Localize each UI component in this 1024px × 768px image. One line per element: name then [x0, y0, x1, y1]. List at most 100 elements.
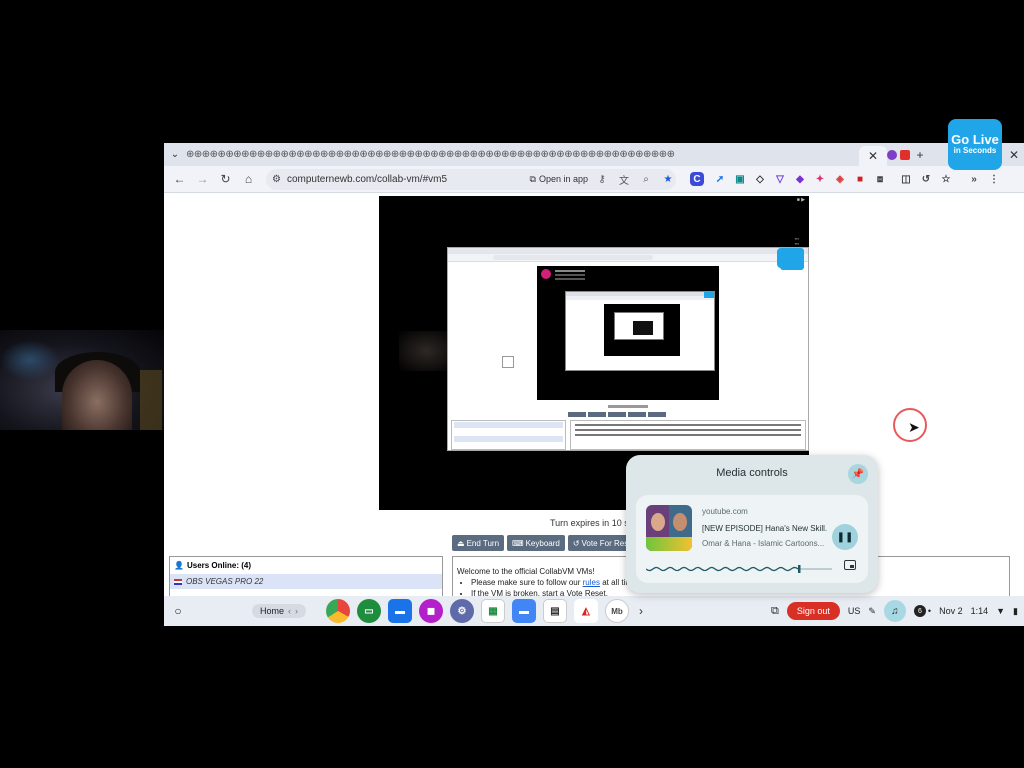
- back-icon[interactable]: ←: [168, 168, 191, 190]
- open-in-app-icon: ⧉: [529, 173, 536, 184]
- stylus-icon[interactable]: ✎: [868, 606, 876, 617]
- open-in-app-button[interactable]: ⧉ Open in app: [530, 174, 588, 185]
- key-icon[interactable]: ⚷: [594, 174, 610, 185]
- record-tab-icon[interactable]: [900, 149, 910, 160]
- adobe-app-icon[interactable]: ◭: [574, 599, 599, 623]
- extension-red-badge-icon[interactable]: ■: [850, 169, 870, 189]
- media-source: youtube.com: [702, 507, 748, 516]
- sign-out-button[interactable]: Sign out: [786, 602, 840, 620]
- progress-thumb[interactable]: [798, 565, 801, 573]
- new-tab-button[interactable]: +: [910, 148, 930, 162]
- pin-icon[interactable]: 📌: [848, 464, 868, 484]
- rules-link[interactable]: rules: [583, 578, 600, 587]
- wifi-icon[interactable]: ▼: [996, 606, 1005, 616]
- active-tab[interactable]: ✕: [859, 146, 887, 166]
- extension-shield-icon[interactable]: ◇: [750, 169, 770, 189]
- user-row[interactable]: OBS VEGAS PRO 22: [170, 574, 442, 589]
- folder-app-icon[interactable]: ▬: [512, 599, 537, 623]
- tab-search-chevron-icon[interactable]: ⌄: [164, 149, 186, 160]
- media-controls-icon[interactable]: ♫: [883, 600, 906, 622]
- end-turn-button[interactable]: ⏏ End Turn: [452, 535, 505, 551]
- menu-kebab-icon[interactable]: ⋮: [984, 169, 1004, 189]
- user-icon: 👤: [174, 561, 184, 570]
- tabs-overflow[interactable]: ⊕⊕⊕⊕⊕⊕⊕⊕⊕⊕⊕⊕⊕⊕⊕⊕⊕⊕⊕⊕⊕⊕⊕⊕⊕⊕⊕⊕⊕⊕⊕⊕⊕⊕⊕⊕⊕⊕⊕⊕…: [186, 149, 859, 160]
- webcam-overlay: [0, 330, 165, 430]
- progress-played: [646, 566, 799, 572]
- shelf-overflow-icon[interactable]: ›: [639, 604, 643, 618]
- us-flag-icon: [174, 578, 182, 585]
- media-controls-popup: Media controls 📌 youtube.com [NEW EPISOD…: [626, 455, 878, 593]
- chevron-right-icon[interactable]: ›: [295, 606, 298, 616]
- extension-c-icon[interactable]: C: [690, 172, 704, 186]
- extension-arrow-icon[interactable]: ➚: [710, 169, 730, 189]
- screen-recording-frame: ⌄ ⊕⊕⊕⊕⊕⊕⊕⊕⊕⊕⊕⊕⊕⊕⊕⊕⊕⊕⊕⊕⊕⊕⊕⊕⊕⊕⊕⊕⊕⊕⊕⊕⊕⊕⊕⊕⊕⊕…: [0, 0, 1024, 768]
- extension-pink-icon[interactable]: ✦: [810, 169, 830, 189]
- media-thumbnail: [646, 505, 692, 551]
- terminal-app-icon[interactable]: ▤: [543, 599, 568, 623]
- chromeos-shelf: ○ Home ‹ › ▭ ▬ ◼ ⚙ ▦ ▬ ▤ ◭ Mb › ⧉ Sign o…: [164, 596, 1024, 626]
- translate-icon[interactable]: 文: [616, 172, 632, 187]
- extension-diamond-icon[interactable]: ◈: [830, 169, 850, 189]
- time-label[interactable]: 1:14: [971, 606, 989, 616]
- window-overview-icon[interactable]: ⧉: [771, 605, 779, 618]
- media-artist: Omar & Hana - Islamic Cartoons...: [702, 539, 825, 548]
- url-text[interactable]: computernewb.com/collab-vm/#vm5: [287, 174, 447, 185]
- tab-close-icon[interactable]: ✕: [863, 149, 883, 163]
- screencast-app-icon[interactable]: ◼: [419, 599, 444, 623]
- bookmarks-icon[interactable]: ☆: [936, 169, 956, 189]
- reload-icon[interactable]: ↻: [214, 168, 237, 190]
- sheets-app-icon[interactable]: ▦: [481, 599, 506, 623]
- site-info-icon[interactable]: ⚙: [272, 174, 281, 185]
- home-pill[interactable]: Home ‹ ›: [252, 604, 307, 618]
- extensions-puzzle-icon[interactable]: ⧈: [870, 169, 890, 189]
- forward-icon[interactable]: →: [191, 168, 214, 190]
- go-live-badge: Go Live in Seconds: [948, 119, 1002, 170]
- media-song-title: [NEW EPISODE] Hana's New Skill...: [702, 524, 827, 533]
- mouse-cursor-icon: ➤: [908, 419, 920, 435]
- zoom-icon[interactable]: ⌕: [638, 174, 654, 185]
- chevron-left-icon[interactable]: ‹: [288, 606, 291, 616]
- page-content: ■ ▶ ▪▪▪ ▪▪▪ Turn expires in 10 seco ⏏ En…: [164, 194, 1024, 626]
- chrome-window: ⌄ ⊕⊕⊕⊕⊕⊕⊕⊕⊕⊕⊕⊕⊕⊕⊕⊕⊕⊕⊕⊕⊕⊕⊕⊕⊕⊕⊕⊕⊕⊕⊕⊕⊕⊕⊕⊕⊕⊕…: [164, 143, 1024, 626]
- vm-app-icon: [777, 248, 799, 268]
- bookmark-star-icon[interactable]: ★: [660, 174, 676, 185]
- files-app-icon[interactable]: ▬: [388, 599, 413, 623]
- side-panel-icon[interactable]: ◫: [896, 169, 916, 189]
- extension-teal-icon[interactable]: ▣: [730, 169, 750, 189]
- powered-by-label: ▪▪▪ ▪▪▪: [794, 236, 799, 246]
- status-tray: ⧉ Sign out US ✎ ♫ 6 • Nov 2 1:14 ▼ ▮: [771, 600, 1024, 622]
- keyboard-icon: ⌨: [512, 538, 524, 548]
- home-icon[interactable]: ⌂: [237, 168, 260, 190]
- vm-button-bar: ⏏ End Turn ⌨ Keyboard ↺ Vote For Reset: [452, 535, 640, 551]
- overflow-chevron-icon[interactable]: »: [964, 169, 984, 189]
- battery-icon[interactable]: ▮: [1013, 606, 1018, 617]
- history-icon[interactable]: ↺: [916, 169, 936, 189]
- keyboard-button[interactable]: ⌨ Keyboard: [507, 535, 565, 551]
- notification-dot-icon: •: [927, 606, 932, 616]
- mb-app-icon[interactable]: Mb: [605, 599, 630, 623]
- classroom-app-icon[interactable]: ▭: [357, 599, 382, 623]
- reset-icon: ↺: [572, 538, 580, 548]
- launcher-icon[interactable]: ○: [164, 604, 192, 618]
- window-close-icon[interactable]: ✕: [1004, 148, 1024, 162]
- twitch-tab-icon[interactable]: [887, 149, 897, 160]
- extension-purple-icon[interactable]: ◆: [790, 169, 810, 189]
- ime-locale[interactable]: US: [848, 606, 861, 616]
- end-turn-icon: ⏏: [457, 538, 465, 548]
- media-progress-slider[interactable]: [646, 565, 832, 573]
- nested-vm-screenshot: [447, 247, 809, 451]
- address-bar[interactable]: ⚙ computernewb.com/collab-vm/#vm5 ⧉ Open…: [266, 168, 676, 190]
- media-card[interactable]: youtube.com [NEW EPISODE] Hana's New Ski…: [636, 495, 868, 583]
- notification-count[interactable]: 6 •: [913, 605, 932, 617]
- extension-vshield-icon[interactable]: ▽: [770, 169, 790, 189]
- toolbar: ← → ↻ ⌂ ⚙ computernewb.com/collab-vm/#vm…: [164, 166, 1024, 193]
- chrome-app-icon[interactable]: [326, 599, 351, 623]
- pinned-apps: ▭ ▬ ◼ ⚙ ▦ ▬ ▤ ◭ Mb: [326, 599, 630, 623]
- users-title: Users Online: (4): [186, 561, 251, 570]
- pause-button[interactable]: ❚❚: [832, 524, 858, 550]
- tab-strip: ⌄ ⊕⊕⊕⊕⊕⊕⊕⊕⊕⊕⊕⊕⊕⊕⊕⊕⊕⊕⊕⊕⊕⊕⊕⊕⊕⊕⊕⊕⊕⊕⊕⊕⊕⊕⊕⊕⊕⊕…: [164, 143, 1024, 166]
- picture-in-picture-icon[interactable]: [844, 560, 856, 570]
- date-label[interactable]: Nov 2: [939, 606, 963, 616]
- settings-app-icon[interactable]: ⚙: [450, 599, 475, 623]
- vm-indicator: ■ ▶: [796, 197, 805, 203]
